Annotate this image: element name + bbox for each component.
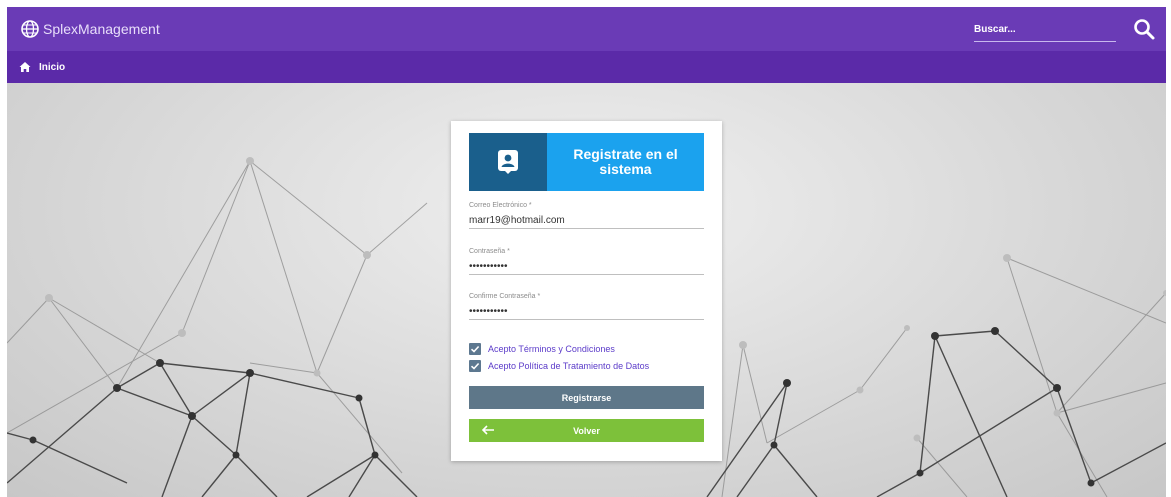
brand[interactable]: SplexManagement xyxy=(21,17,160,41)
check-icon xyxy=(470,362,480,370)
confirm-password-label: Confirme Contraseña * xyxy=(469,293,541,300)
search-input[interactable] xyxy=(974,19,1114,40)
breadcrumb: Inicio xyxy=(7,51,1166,83)
breadcrumb-home-label: Inicio xyxy=(39,61,66,73)
user-badge-icon xyxy=(498,150,518,174)
email-label: Correo Electrónico * xyxy=(469,202,532,209)
search-box xyxy=(974,19,1116,42)
email-field-group: Correo Electrónico * xyxy=(469,202,704,229)
top-navbar: SplexManagement xyxy=(7,7,1166,51)
search-icon[interactable] xyxy=(1132,17,1156,41)
password-field-group: Contraseña * xyxy=(469,248,704,275)
register-card: Registrate en el sistema Correo Electrón… xyxy=(451,121,722,461)
card-header: Registrate en el sistema xyxy=(469,133,704,191)
register-button[interactable]: Registrarse xyxy=(469,386,704,409)
terms-checkbox[interactable] xyxy=(469,343,481,355)
breadcrumb-home[interactable]: Inicio xyxy=(19,61,65,73)
back-button-label: Volver xyxy=(573,425,600,436)
register-button-label: Registrarse xyxy=(561,392,612,403)
password-label: Contraseña * xyxy=(469,248,510,255)
home-icon xyxy=(19,62,31,72)
arrow-left-icon xyxy=(481,425,494,435)
password-field[interactable] xyxy=(469,258,704,275)
card-icon-box xyxy=(469,133,547,191)
check-icon xyxy=(470,345,480,353)
confirm-password-field-group: Confirme Contraseña * xyxy=(469,293,704,320)
privacy-checkbox-row[interactable]: Acepto Política de Tratamiento de Datos xyxy=(469,360,649,372)
email-field[interactable] xyxy=(469,212,704,229)
card-title: Registrate en el sistema xyxy=(547,133,704,191)
privacy-label[interactable]: Acepto Política de Tratamiento de Datos xyxy=(488,361,649,371)
terms-label[interactable]: Acepto Términos y Condiciones xyxy=(488,344,615,354)
back-button[interactable]: Volver xyxy=(469,419,704,442)
app-frame: SplexManagement Inicio xyxy=(7,7,1166,497)
brand-name: SplexManagement xyxy=(43,21,160,37)
privacy-checkbox[interactable] xyxy=(469,360,481,372)
terms-checkbox-row[interactable]: Acepto Términos y Condiciones xyxy=(469,343,615,355)
confirm-password-field[interactable] xyxy=(469,303,704,320)
globe-icon xyxy=(21,20,39,38)
